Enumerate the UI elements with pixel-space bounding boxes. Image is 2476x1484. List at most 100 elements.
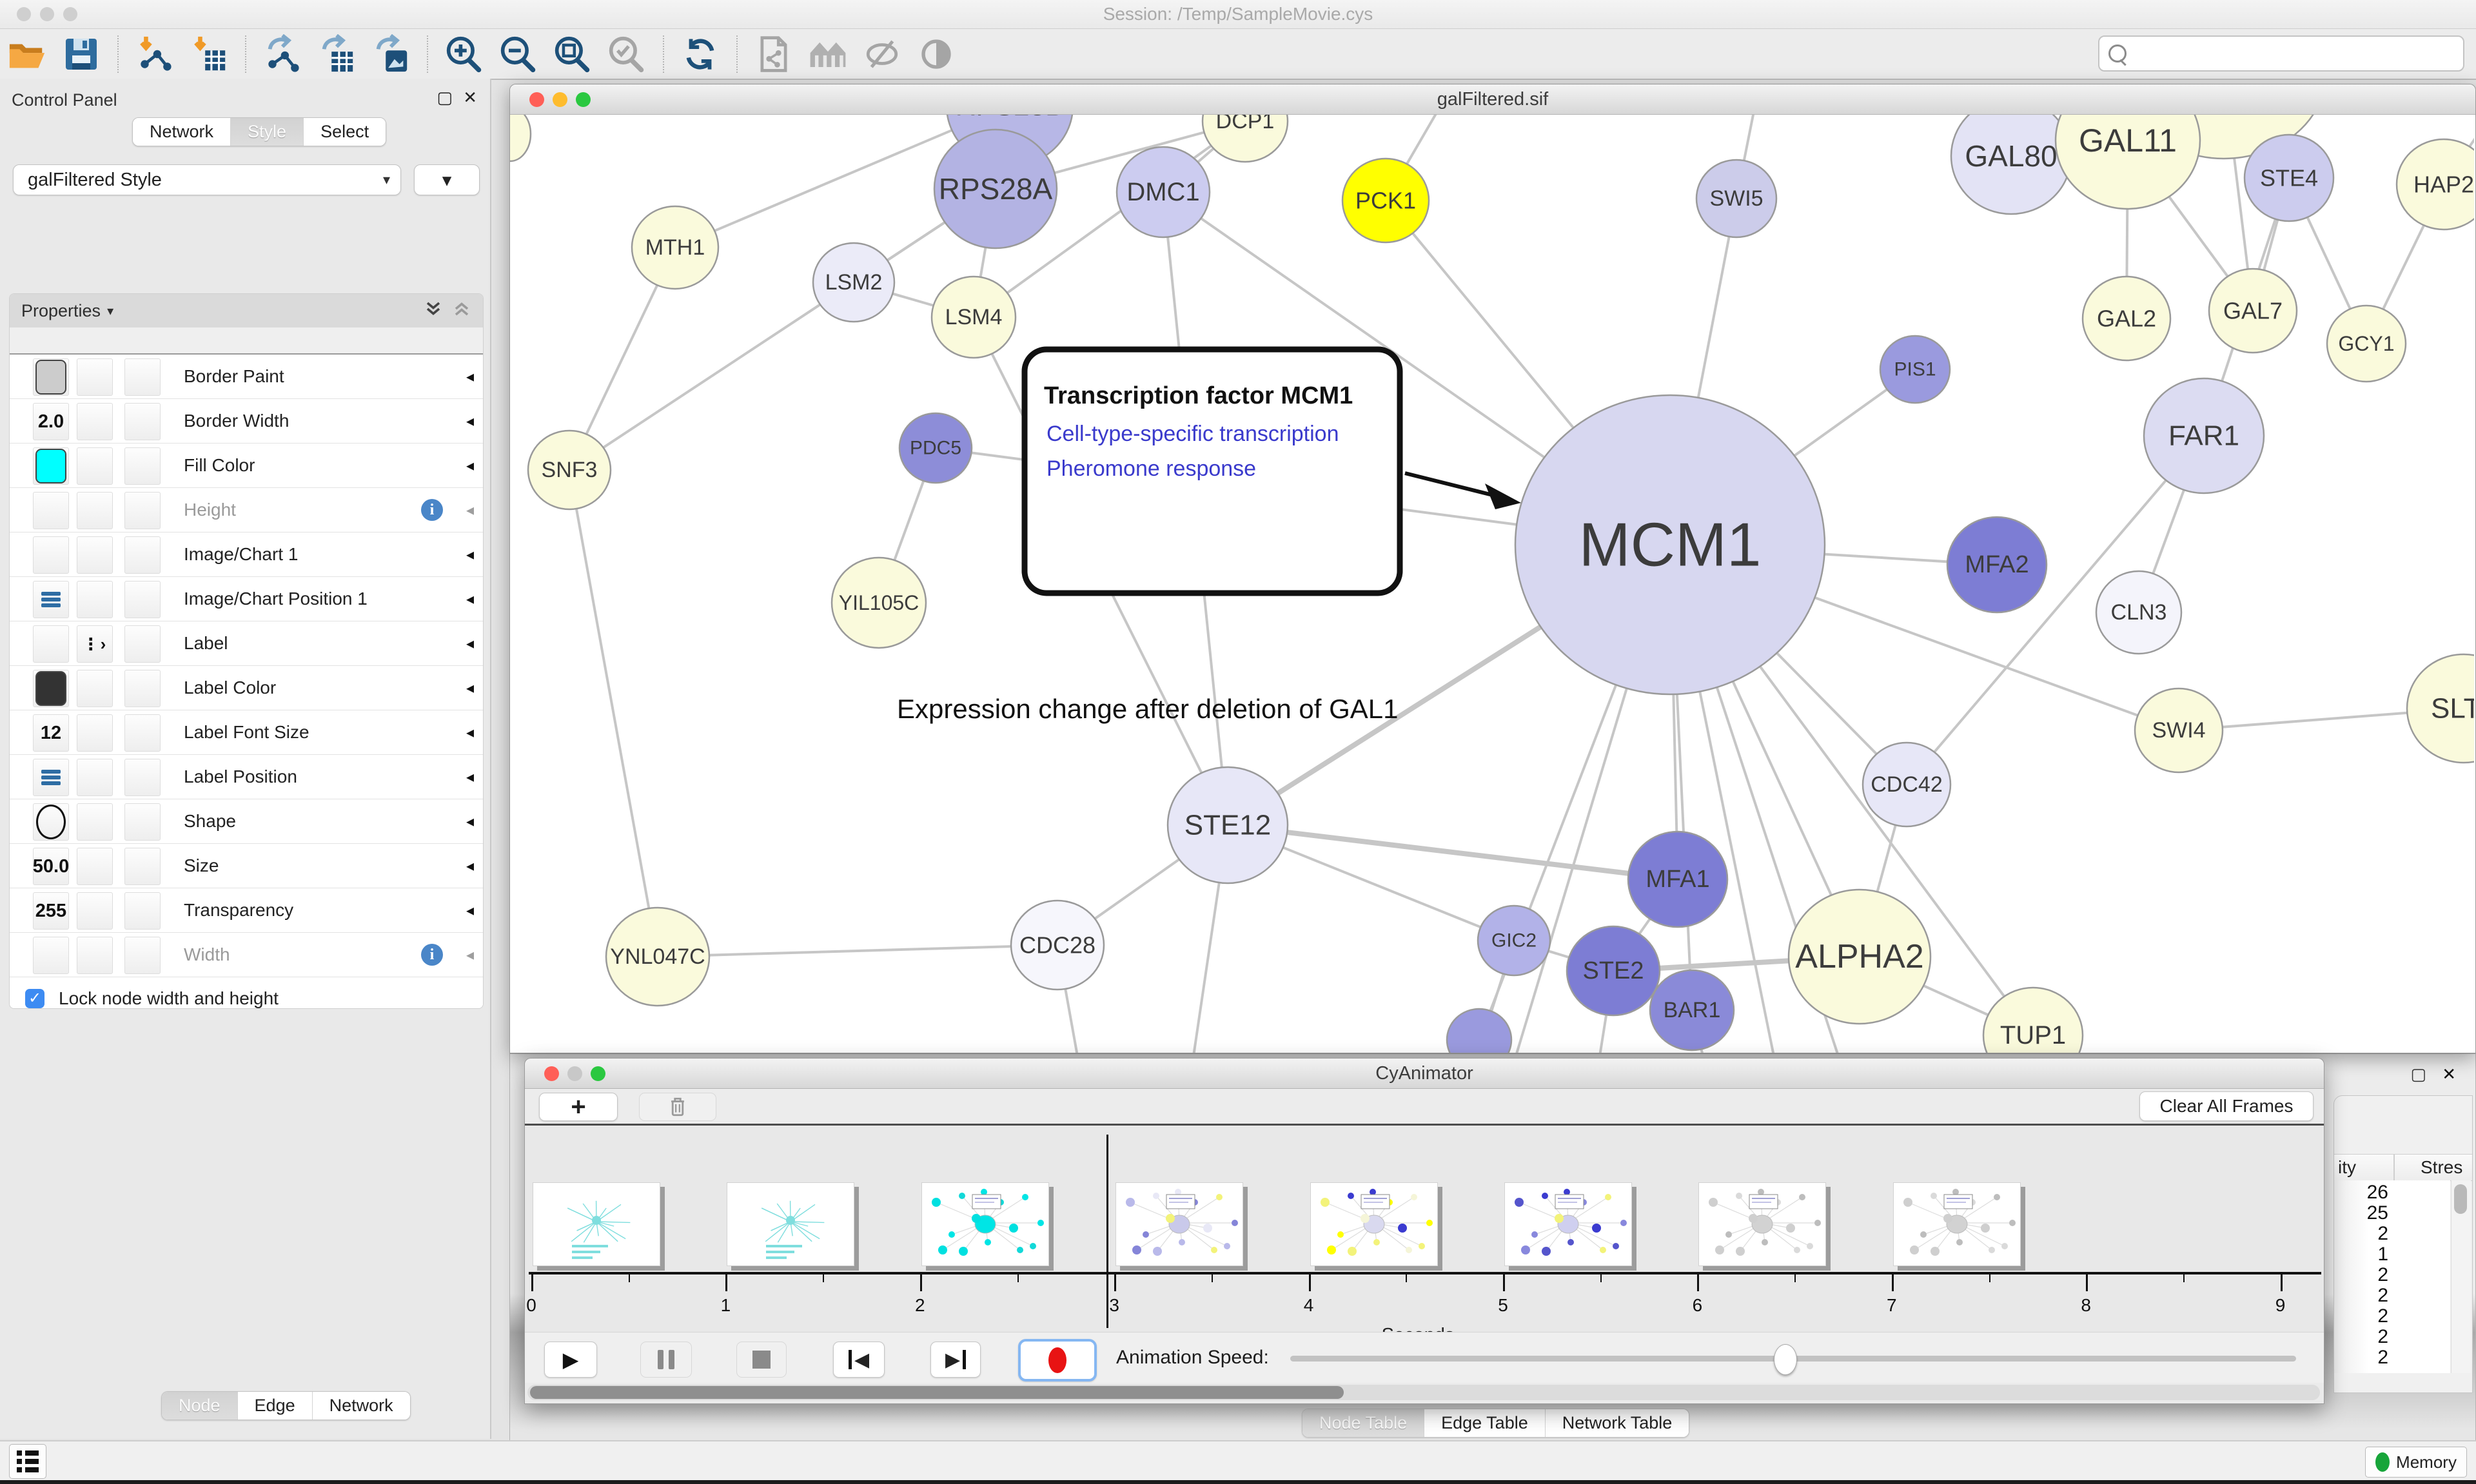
timeline-playhead[interactable] <box>1106 1135 1108 1328</box>
default-value-cell[interactable]: 2.0 <box>33 403 69 440</box>
expand-row-icon[interactable]: ◂ <box>466 545 474 564</box>
default-value-cell[interactable] <box>33 447 69 485</box>
column-divider[interactable] <box>2393 1155 2395 1180</box>
bypass-cell[interactable] <box>124 625 161 663</box>
expand-all-icon[interactable] <box>424 299 443 323</box>
property-row-border-paint[interactable]: Border Paint◂ <box>10 355 483 399</box>
close-panel-icon[interactable]: ✕ <box>463 88 477 108</box>
col-connectivity[interactable]: ity <box>2338 1157 2356 1178</box>
bypass-cell[interactable] <box>124 937 161 974</box>
property-row-width[interactable]: Widthi◂ <box>10 933 483 977</box>
bypass-cell[interactable] <box>124 403 161 440</box>
property-row-label-position[interactable]: Label Position◂ <box>10 755 483 799</box>
minimize-icon[interactable] <box>567 1066 582 1081</box>
export-table-icon[interactable] <box>313 35 360 73</box>
default-value-cell[interactable]: 255 <box>33 892 69 930</box>
add-frame-button[interactable]: + <box>539 1093 618 1121</box>
tab-node-table[interactable]: Node Table <box>1302 1409 1424 1437</box>
network-window-titlebar[interactable]: galFiltered.sif <box>510 84 2475 115</box>
lock-size-checkbox[interactable]: ✓ <box>25 989 44 1008</box>
network-node-sliver[interactable] <box>510 115 531 161</box>
mapping-cell[interactable] <box>77 492 113 529</box>
col-stress[interactable]: Stres <box>2421 1157 2462 1178</box>
annotation-link[interactable]: Pheromone response <box>1046 456 1256 481</box>
bypass-cell[interactable] <box>124 358 161 396</box>
zoom-in-icon[interactable] <box>441 35 487 73</box>
tab-select[interactable]: Select <box>304 118 386 146</box>
timeline-frame-2[interactable] <box>727 1182 854 1266</box>
tab-style[interactable]: Style <box>231 118 304 146</box>
mapping-cell[interactable] <box>77 848 113 885</box>
lock-size-row[interactable]: ✓ Lock node width and height <box>10 977 483 1009</box>
speed-slider-thumb[interactable] <box>1774 1344 1797 1375</box>
save-session-icon[interactable] <box>58 35 104 73</box>
default-value-cell[interactable]: 50.0 <box>33 848 69 885</box>
zoom-fit-icon[interactable] <box>549 35 596 73</box>
mapping-cell[interactable] <box>77 403 113 440</box>
bypass-cell[interactable] <box>124 714 161 752</box>
table-cell-connectivity[interactable]: 2 <box>2337 1305 2388 1327</box>
table-cell-connectivity[interactable]: 1 <box>2337 1244 2388 1265</box>
bypass-cell[interactable] <box>124 803 161 841</box>
property-row-image-chart-1[interactable]: Image/Chart 1◂ <box>10 532 483 577</box>
timeline-frame-4[interactable] <box>1115 1182 1243 1266</box>
property-row-image-chart-position-1[interactable]: Image/Chart Position 1◂ <box>10 577 483 621</box>
bypass-cell[interactable] <box>124 670 161 707</box>
close-icon[interactable] <box>544 1066 559 1081</box>
mapping-cell[interactable] <box>77 670 113 707</box>
mapping-cell[interactable] <box>77 581 113 618</box>
network-node-pnode[interactable] <box>1447 1009 1511 1053</box>
expand-row-icon[interactable]: ◂ <box>466 901 474 920</box>
annotation-link[interactable]: Cell-type-specific transcription <box>1046 422 1339 446</box>
skip-to-start-button[interactable]: ◀ <box>833 1342 885 1378</box>
tab-edge[interactable]: Edge <box>238 1392 313 1420</box>
default-value-cell[interactable]: 12 <box>33 714 69 752</box>
expand-row-icon[interactable]: ◂ <box>466 590 474 609</box>
search-input[interactable] <box>2098 35 2464 72</box>
mapping-cell[interactable] <box>77 892 113 930</box>
default-value-cell[interactable] <box>33 581 69 618</box>
pause-button[interactable] <box>640 1342 692 1378</box>
tab-network[interactable]: Network <box>313 1392 410 1420</box>
mapping-cell[interactable] <box>77 447 113 485</box>
expand-row-icon[interactable]: ◂ <box>466 857 474 875</box>
scrollbar-thumb[interactable] <box>530 1386 1344 1399</box>
table-cell-connectivity[interactable]: 26 <box>2337 1182 2388 1204</box>
mapping-cell[interactable] <box>77 714 113 752</box>
property-row-transparency[interactable]: 255Transparency◂ <box>10 888 483 933</box>
timeline-frame-8[interactable] <box>1893 1182 2021 1266</box>
tab-network[interactable]: Network <box>133 118 231 146</box>
expand-row-icon[interactable]: ◂ <box>466 367 474 386</box>
property-row-label-font-size[interactable]: 12Label Font Size◂ <box>10 710 483 755</box>
expand-row-icon[interactable]: ◂ <box>466 812 474 831</box>
property-row-shape[interactable]: Shape◂ <box>10 799 483 844</box>
play-button[interactable]: ▶ <box>544 1342 597 1378</box>
timeline-frame-5[interactable] <box>1310 1182 1438 1266</box>
mapping-cell[interactable] <box>77 803 113 841</box>
float-panel-icon[interactable]: ▢ <box>437 88 453 108</box>
timeline-frame-6[interactable] <box>1504 1182 1632 1266</box>
import-table-icon[interactable] <box>186 35 232 73</box>
expand-row-icon[interactable]: ◂ <box>466 679 474 698</box>
property-row-label[interactable]: ⋮›Label◂ <box>10 621 483 666</box>
zoom-icon[interactable] <box>576 92 591 107</box>
mapping-cell[interactable] <box>77 937 113 974</box>
bypass-cell[interactable] <box>124 447 161 485</box>
cyanimator-titlebar[interactable]: CyAnimator <box>525 1059 2324 1089</box>
open-session-icon[interactable] <box>4 35 50 73</box>
timeline-area[interactable]: 0123456789Seconds <box>525 1126 2324 1332</box>
default-value-cell[interactable] <box>33 937 69 974</box>
network-canvas[interactable]: RPS28BDCP1RPS28ADMC1PCK1SWI5GAL80GAL11ST… <box>510 115 2475 1053</box>
table-cell-connectivity[interactable]: 2 <box>2337 1264 2388 1286</box>
record-button[interactable] <box>1018 1339 1097 1381</box>
mapping-cell[interactable] <box>77 536 113 574</box>
property-row-fill-color[interactable]: Fill Color◂ <box>10 444 483 488</box>
stop-button[interactable] <box>736 1342 787 1378</box>
property-row-border-width[interactable]: 2.0Border Width◂ <box>10 399 483 444</box>
bypass-cell[interactable] <box>124 759 161 796</box>
default-value-cell[interactable] <box>33 625 69 663</box>
default-value-cell[interactable] <box>33 492 69 529</box>
export-image-icon[interactable] <box>368 35 414 73</box>
expand-row-icon[interactable]: ◂ <box>466 456 474 475</box>
info-icon[interactable]: i <box>421 944 443 966</box>
